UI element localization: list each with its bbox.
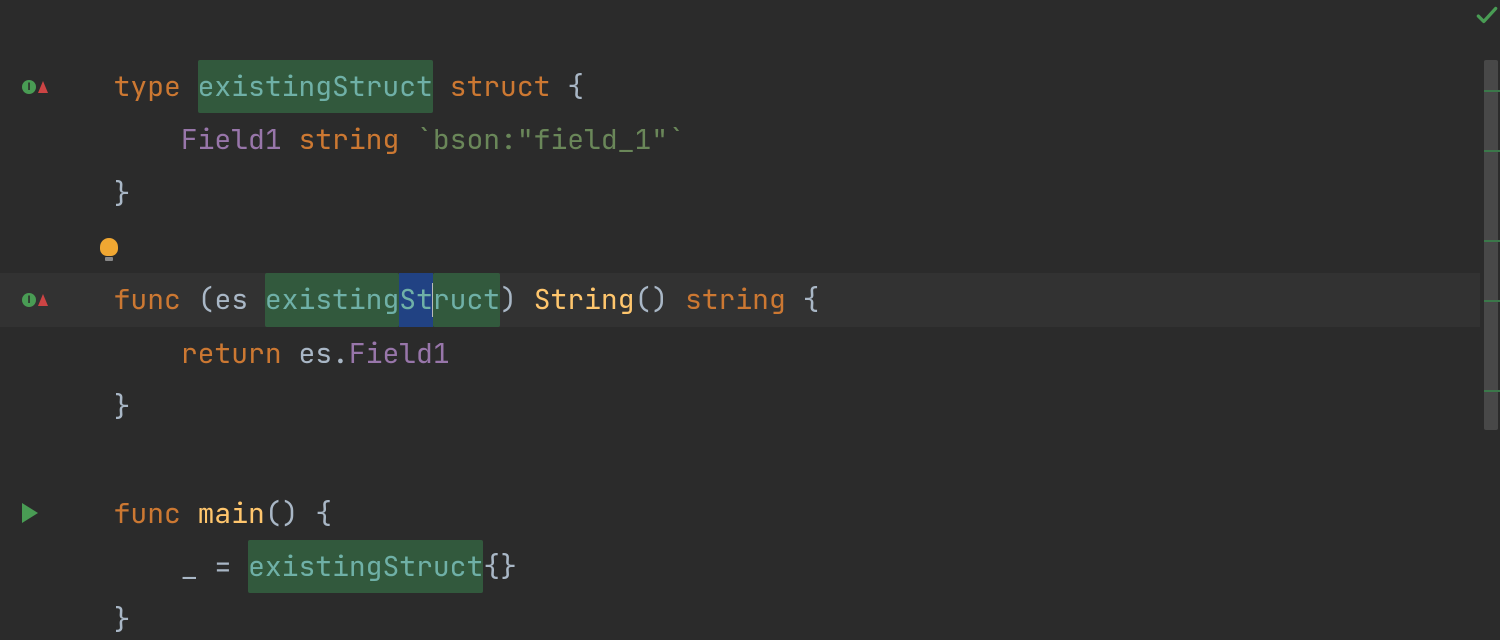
code-editor[interactable]: I type existingStruct struct { Field1 [0,0,1500,640]
return-type: string [685,273,786,326]
analysis-marker[interactable] [1484,240,1500,242]
code-line-active[interactable]: I func ( es existingStruct ) String () s… [0,273,1480,326]
func-name: String [534,273,635,326]
keyword-func: func [114,487,181,540]
gutter [0,0,80,60]
dot: . [332,327,349,380]
gutter [0,327,80,380]
gutter [0,380,80,433]
analysis-ok-icon[interactable] [1474,2,1500,28]
code-line[interactable]: } [0,167,1480,220]
parens: () [265,487,299,540]
gutter[interactable]: I [0,273,80,326]
gutter [0,167,80,220]
code-line[interactable]: _ = existingStruct {} [0,540,1480,593]
code-line[interactable]: } [0,593,1480,640]
code-line[interactable]: Field1 string `bson:"field_1"` [0,113,1480,166]
gutter [0,540,80,593]
equals: = [214,540,231,593]
blank-ident: _ [181,540,198,593]
brace-open: { [803,273,820,326]
implements-gutter-icon[interactable]: I [22,293,36,307]
keyword-struct: struct [450,60,551,113]
analysis-strip[interactable] [1480,0,1500,640]
keyword-type: type [114,60,181,113]
gutter [0,593,80,640]
gutter[interactable] [0,487,80,540]
code-line[interactable] [0,0,1480,60]
brace-close: } [114,380,131,433]
parens: () [635,273,669,326]
selection: St [399,273,433,326]
func-name: main [198,487,265,540]
code-line[interactable] [0,433,1480,486]
type-literal: existingStruct [248,540,483,593]
implements-gutter-icon[interactable]: I [22,80,36,94]
analysis-marker[interactable] [1484,390,1500,392]
braces: {} [483,540,517,593]
analysis-marker[interactable] [1484,150,1500,152]
brace-close: } [114,167,131,220]
analysis-marker[interactable] [1484,90,1500,92]
override-up-icon[interactable] [38,294,48,306]
receiver-type-part1: existing [265,273,399,326]
gutter [0,220,80,273]
brace-open: { [315,487,332,540]
gutter[interactable]: I [0,60,80,113]
scrollbar-thumb[interactable] [1484,60,1498,430]
paren-open: ( [198,273,215,326]
analysis-marker[interactable] [1484,300,1500,302]
keyword-func: func [114,273,181,326]
code-line[interactable]: I type existingStruct struct { [0,60,1480,113]
paren-close: ) [500,273,517,326]
gutter [0,433,80,486]
code-area[interactable]: I type existingStruct struct { Field1 [0,0,1480,640]
field-access: Field1 [349,327,450,380]
brace-close: } [114,593,131,640]
code-line[interactable]: } [0,380,1480,433]
code-line[interactable]: return es . Field1 [0,327,1480,380]
code-line[interactable] [0,220,1480,273]
intention-bulb-icon[interactable] [100,238,118,256]
type-string: string [298,113,399,166]
ident: es [298,327,332,380]
keyword-return: return [181,327,282,380]
type-name: existingStruct [198,60,433,113]
struct-tag: `bson:"field_1"` [416,113,685,166]
code-line[interactable]: func main () { [0,487,1480,540]
gutter [0,113,80,166]
receiver-name: es [214,273,248,326]
brace-open: { [567,60,584,113]
run-gutter-icon[interactable] [22,503,38,523]
field-name: Field1 [181,113,282,166]
receiver-type-part3: ruct [433,273,500,326]
override-up-icon[interactable] [38,81,48,93]
